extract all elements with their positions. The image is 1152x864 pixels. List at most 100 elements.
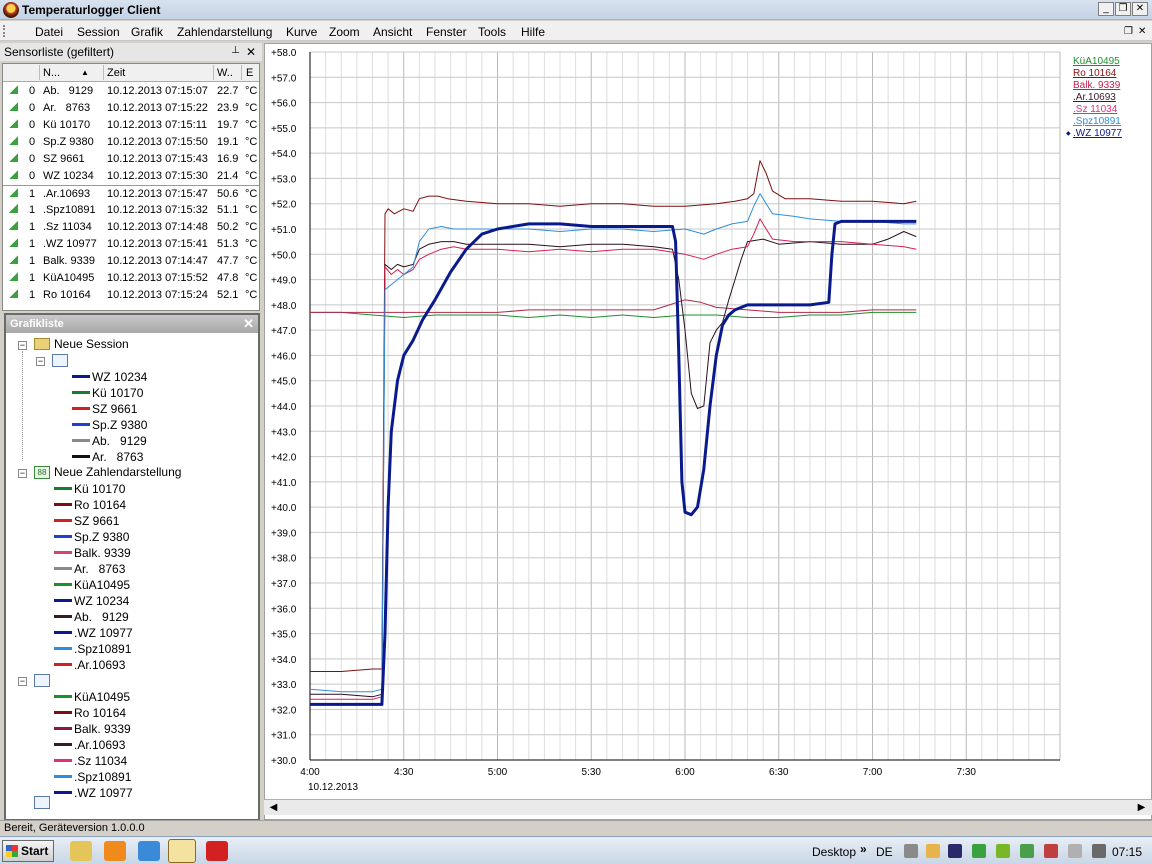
collapse-icon[interactable]: −	[36, 357, 45, 366]
ie-icon[interactable]	[138, 841, 160, 861]
sensor-unit: °C	[245, 255, 258, 267]
collapse-icon[interactable]: −	[18, 677, 27, 686]
menu-fenster[interactable]: Fenster	[426, 25, 467, 39]
sensor-value: 50.6	[217, 188, 239, 200]
temperature-chart[interactable]: +30.0 +31.0 +32.0 +33.0 +34.0 +35.0 +36.0 +37.0…	[265, 44, 1151, 799]
sensor-unit: °C	[245, 221, 258, 233]
legend-item[interactable]: KüA10495	[1073, 56, 1120, 67]
tray-app-icon[interactable]	[948, 844, 962, 858]
collapse-icon[interactable]: −	[18, 469, 27, 478]
sensor-row[interactable]: 0 SZ 9661 10.12.2013 07:15:43 16.9 °C	[3, 151, 259, 168]
legend-item[interactable]: Balk. 9339	[1073, 80, 1120, 91]
sensor-unit: °C	[245, 85, 258, 97]
left-pane: Sensorliste (gefiltert) ⊥ ✕ N... ▲ Zeit …	[0, 43, 262, 823]
mdi-restore-button[interactable]: ❐	[1124, 26, 1133, 37]
collapse-icon[interactable]: −	[18, 341, 27, 350]
sensor-row[interactable]: 0 Ab. 9129 10.12.2013 07:15:07 22.7 °C	[3, 83, 259, 100]
series-color-icon	[72, 391, 90, 394]
menu-zahlendarstellung[interactable]: Zahlendarstellung	[177, 25, 272, 39]
chart-icon[interactable]	[34, 796, 50, 809]
sensor-name: Sp.Z 9380	[43, 136, 94, 148]
sensor-value: 19.1	[217, 136, 239, 148]
menu-datei[interactable]: Datei	[35, 25, 63, 39]
tray-security-icon[interactable]	[972, 844, 986, 858]
desktop-toolbar[interactable]: Desktop	[812, 845, 856, 864]
window-title: Temperaturlogger Client	[22, 3, 161, 17]
pdf-icon[interactable]	[206, 841, 228, 861]
chevron-right-icon[interactable]: »	[860, 842, 867, 864]
tray-nvidia-icon[interactable]	[996, 844, 1010, 858]
legend-item[interactable]: .Sz 11034	[1073, 104, 1117, 115]
sensor-row[interactable]: 1 Balk. 9339 10.12.2013 07:14:47 47.7 °C	[3, 253, 259, 270]
sensor-row[interactable]: 1 KüA10495 10.12.2013 07:15:52 47.8 °C	[3, 270, 259, 287]
y-tick-label: +41.0	[271, 478, 297, 489]
menu-zoom[interactable]: Zoom	[329, 25, 360, 39]
sensor-row[interactable]: 1 .Sz 11034 10.12.2013 07:14:48 50.2 °C	[3, 219, 259, 236]
sensor-group: 0	[29, 170, 36, 182]
signal-icon	[9, 289, 18, 298]
sensor-name: .Sz 11034	[43, 221, 92, 233]
sensor-row[interactable]: 0 Sp.Z 9380 10.12.2013 07:15:50 19.1 °C	[3, 134, 259, 151]
menu-bar: Datei Session Grafik Zahlendarstellung K…	[0, 21, 1152, 41]
series-color-icon	[54, 615, 72, 618]
menu-session[interactable]: Session	[77, 25, 120, 39]
scroll-right-arrow-icon[interactable]: ▶	[1134, 801, 1149, 814]
series-color-icon	[54, 663, 72, 666]
sensor-unit: °C	[245, 238, 258, 250]
horizontal-scrollbar[interactable]: ◀ ▶	[264, 799, 1152, 815]
series-color-icon	[54, 567, 72, 570]
legend-item[interactable]: .Ar.10693	[1073, 92, 1116, 103]
sensor-row[interactable]: 0 Ar. 8763 10.12.2013 07:15:22 23.9 °C	[3, 100, 259, 117]
close-button[interactable]: ✕	[1132, 2, 1148, 16]
sensor-time: 10.12.2013 07:15:52	[107, 272, 208, 284]
sensor-row[interactable]: 0 WZ 10234 10.12.2013 07:15:30 21.4 °C	[3, 168, 259, 185]
chart-icon	[34, 674, 50, 687]
sensor-group: 0	[29, 85, 36, 97]
tray-volume-icon[interactable]	[1068, 844, 1082, 858]
series-color-icon	[54, 519, 72, 522]
sensor-row[interactable]: 1 .Spz10891 10.12.2013 07:15:32 51.1 °C	[3, 202, 259, 219]
pin-icon[interactable]: ⊥	[231, 45, 240, 56]
temperaturlogger-task-icon[interactable]	[168, 839, 196, 863]
start-button[interactable]: Start	[2, 840, 54, 862]
sensor-value: 21.4	[217, 170, 239, 182]
media-player-icon[interactable]	[104, 841, 126, 861]
tray-flag-icon[interactable]	[926, 844, 940, 858]
menu-kurve[interactable]: Kurve	[286, 25, 317, 39]
y-tick-label: +54.0	[271, 149, 297, 160]
sensor-row[interactable]: 1 .Ar.10693 10.12.2013 07:15:47 50.6 °C	[3, 185, 259, 202]
column-einheit[interactable]: E	[246, 67, 253, 79]
sensor-row[interactable]: 1 Ro 10164 10.12.2013 07:15:24 52.1 °C	[3, 287, 259, 304]
sensor-group: 0	[29, 119, 36, 131]
menu-grafik[interactable]: Grafik	[131, 25, 163, 39]
grafik-panel-close-button[interactable]: ✕	[243, 316, 254, 332]
menu-ansicht[interactable]: Ansicht	[373, 25, 412, 39]
mdi-close-button[interactable]: ✕	[1138, 26, 1146, 37]
menu-hilfe[interactable]: Hilfe	[521, 25, 545, 39]
legend-item[interactable]: Ro 10164	[1073, 68, 1116, 79]
minimize-button[interactable]: _	[1098, 2, 1114, 16]
legend-item[interactable]: .Spz10891	[1073, 116, 1121, 127]
chart-area[interactable]: +30.0 +31.0 +32.0 +33.0 +34.0 +35.0 +36.0 +37.0…	[264, 43, 1152, 820]
tray-network-icon[interactable]	[1044, 844, 1058, 858]
menu-tools[interactable]: Tools	[478, 25, 506, 39]
sensor-row[interactable]: 1 .WZ 10977 10.12.2013 07:15:41 51.3 °C	[3, 236, 259, 253]
column-zeit[interactable]: Zeit	[107, 67, 125, 79]
sensor-value: 52.1	[217, 289, 239, 301]
maximize-button[interactable]: ❐	[1115, 2, 1131, 16]
tray-signal-icon[interactable]	[1020, 844, 1034, 858]
column-wert[interactable]: W..	[217, 67, 233, 79]
legend-item[interactable]: .WZ 10977	[1073, 128, 1122, 139]
clock[interactable]: 07:15	[1112, 845, 1142, 864]
tray-power-icon[interactable]	[1092, 844, 1106, 858]
sensor-row[interactable]: 0 Kü 10170 10.12.2013 07:15:11 19.7 °C	[3, 117, 259, 134]
sort-icon: ▲	[81, 68, 89, 77]
series-color-icon	[54, 535, 72, 538]
sensor-panel-close-button[interactable]: ✕	[246, 45, 256, 59]
language-indicator[interactable]: DE	[876, 845, 893, 864]
scroll-left-arrow-icon[interactable]: ◀	[266, 801, 281, 814]
column-name[interactable]: N...	[43, 67, 60, 79]
series-color-icon	[72, 423, 90, 426]
explorer-icon[interactable]	[70, 841, 92, 861]
tray-expand-icon[interactable]	[904, 844, 918, 858]
